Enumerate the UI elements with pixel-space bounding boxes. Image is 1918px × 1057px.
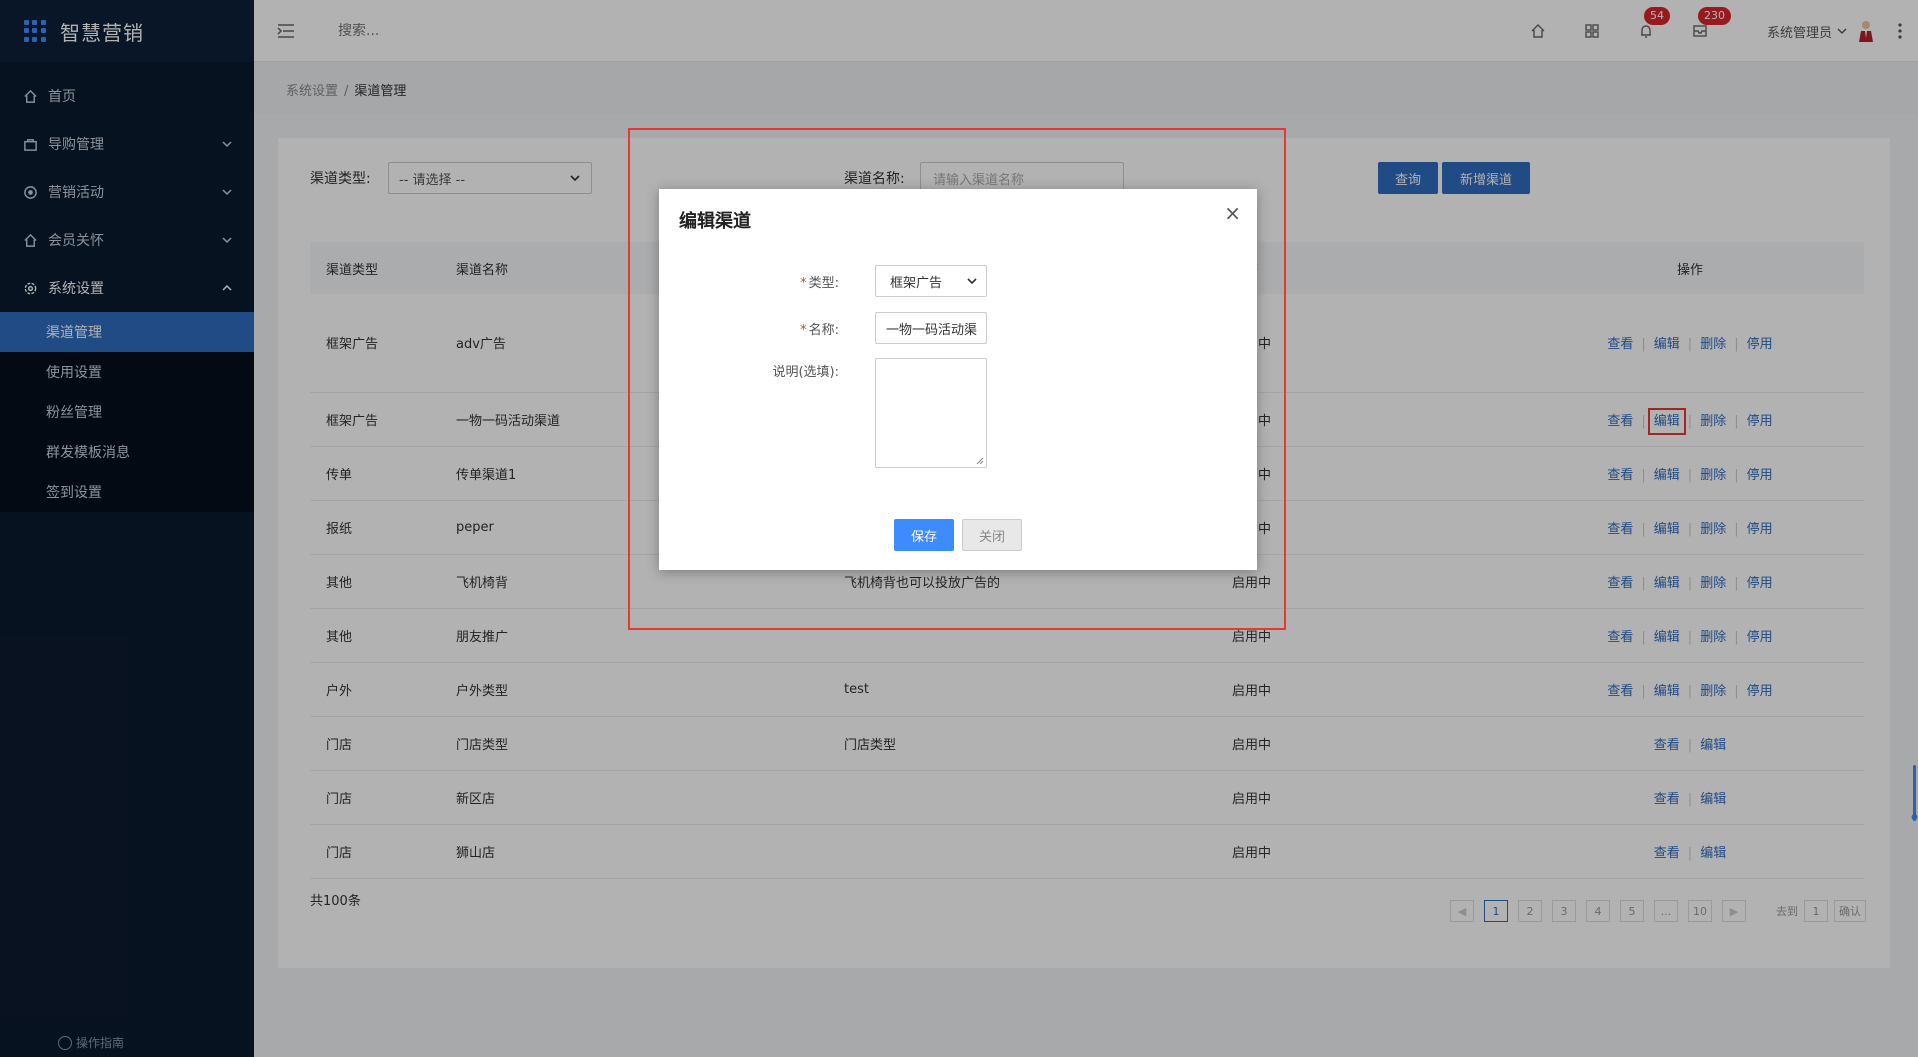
edit-channel-dialog: 编辑渠道 × * 类型: 框架广告 * 名称: 一物一码活动渠 说明(选填): 保存…	[659, 189, 1257, 570]
required-mark: *	[800, 276, 807, 291]
type-field-label: * 类型:	[800, 276, 839, 291]
close-button[interactable]: 关闭	[962, 519, 1022, 551]
save-button[interactable]: 保存	[894, 519, 954, 551]
dialog-title: 编辑渠道	[679, 211, 751, 232]
resize-grip-icon[interactable]	[976, 457, 984, 465]
name-input[interactable]: 一物一码活动渠	[875, 312, 987, 344]
type-select[interactable]: 框架广告	[875, 265, 987, 297]
type-select-value: 框架广告	[890, 275, 943, 291]
close-icon[interactable]: ×	[1224, 201, 1241, 225]
description-textarea[interactable]	[875, 358, 987, 468]
name-field-label: * 名称:	[800, 323, 839, 338]
description-field-label: 说明(选填):	[772, 365, 839, 380]
chevron-down-icon	[967, 278, 977, 285]
required-mark: *	[800, 323, 807, 338]
